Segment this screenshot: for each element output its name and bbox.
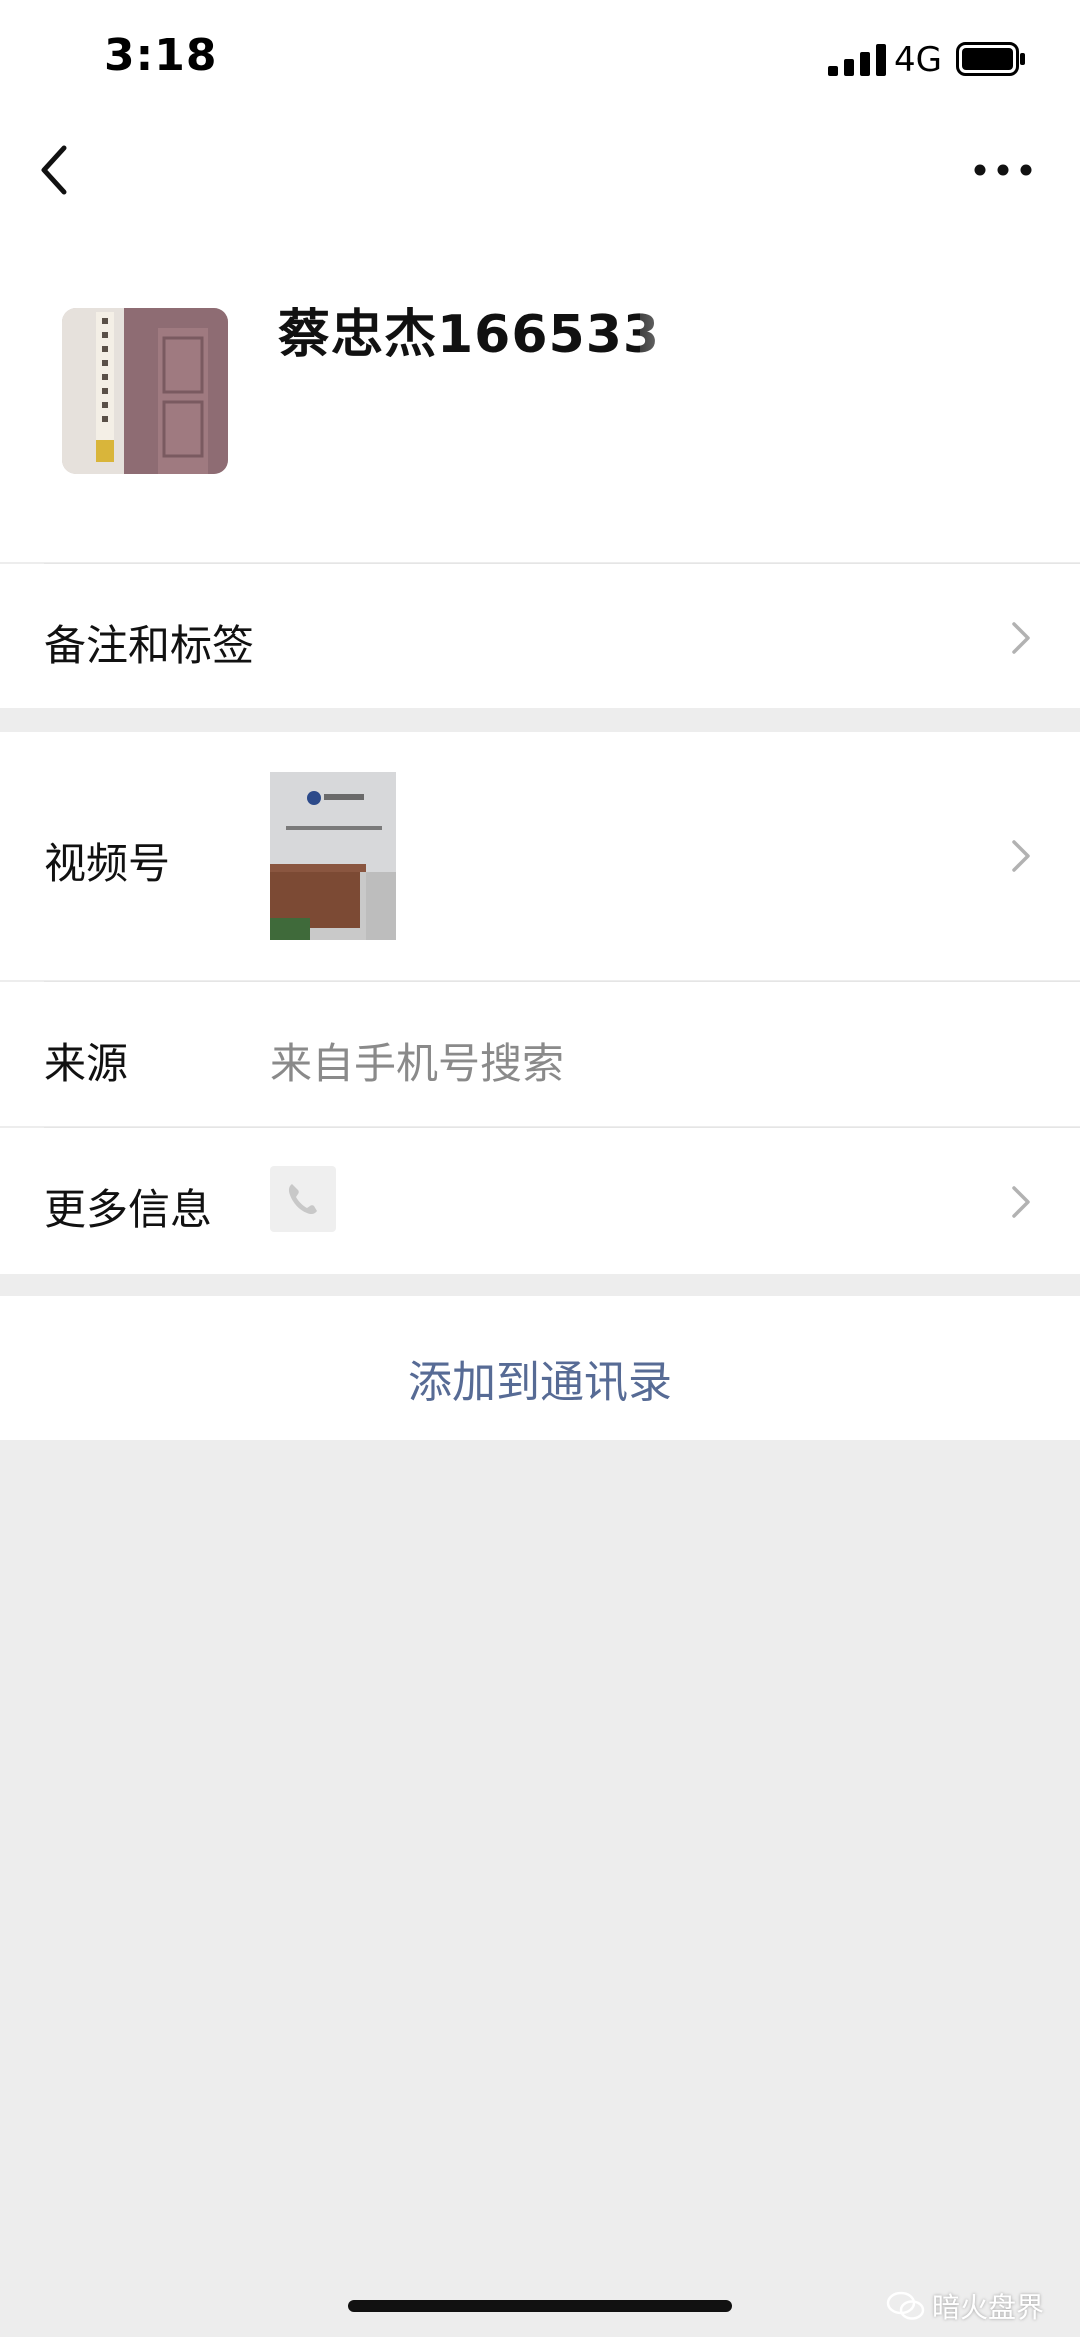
- watermark: 暗火盘界: [886, 2286, 1044, 2326]
- remark-and-tags-label: 备注和标签: [44, 621, 255, 670]
- phone-icon: [270, 1166, 336, 1232]
- nav-bar: [0, 120, 1080, 232]
- add-to-contacts-label: 添加到通讯录: [408, 1357, 672, 1408]
- status-time: 3:18: [104, 30, 218, 81]
- watermark-text: 暗火盘界: [932, 2291, 1045, 2324]
- signal-icon: [828, 44, 886, 76]
- wechat-logo-icon: [886, 2291, 925, 2320]
- chevron-right-icon: [1012, 840, 1030, 872]
- channels-thumbnail: [270, 772, 396, 940]
- avatar[interactable]: [62, 308, 228, 474]
- more-info-label: 更多信息: [44, 1185, 213, 1234]
- more-dots-icon[interactable]: [970, 150, 1036, 190]
- home-indicator[interactable]: [348, 2300, 732, 2312]
- chevron-right-icon: [1012, 1186, 1030, 1218]
- channels-label: 视频号: [44, 839, 171, 888]
- contact-name: 蔡忠杰166533: [278, 305, 661, 365]
- chevron-right-icon: [1012, 622, 1030, 654]
- source-label: 来源: [44, 1039, 129, 1088]
- source-value: 来自手机号搜索: [270, 1039, 565, 1088]
- back-arrow-icon[interactable]: [34, 138, 82, 202]
- network-type-label: 4G: [894, 40, 942, 80]
- battery-icon: [956, 42, 1025, 76]
- name-redaction-blur: [640, 290, 840, 360]
